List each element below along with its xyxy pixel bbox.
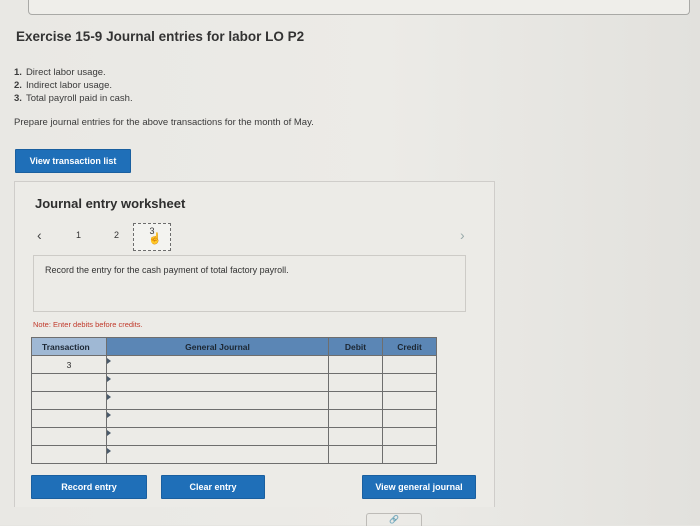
clear-entry-button[interactable]: Clear entry bbox=[161, 475, 265, 499]
view-general-journal-button[interactable]: View general journal bbox=[362, 475, 476, 499]
debit-input[interactable] bbox=[328, 355, 383, 374]
debit-input[interactable] bbox=[328, 409, 383, 428]
journal-table: Transaction General Journal Debit Credit… bbox=[31, 337, 437, 464]
list-item: 2. Indirect labor usage. bbox=[14, 80, 113, 91]
account-select[interactable] bbox=[106, 391, 329, 410]
debit-input[interactable] bbox=[328, 427, 383, 446]
credit-input[interactable] bbox=[382, 373, 437, 392]
hand-cursor-icon: ☝ bbox=[148, 233, 162, 245]
table-row: 3 bbox=[31, 355, 437, 374]
table-row bbox=[31, 427, 437, 446]
page: Exercise 15-9 Journal entries for labor … bbox=[0, 0, 700, 526]
table-row bbox=[31, 409, 437, 428]
credit-input[interactable] bbox=[382, 445, 437, 464]
instruction-box: Record the entry for the cash payment of… bbox=[33, 255, 466, 312]
credit-input[interactable] bbox=[382, 391, 437, 410]
list-item: 1. Direct labor usage. bbox=[14, 67, 106, 78]
account-select[interactable] bbox=[106, 427, 329, 446]
account-select[interactable] bbox=[106, 355, 329, 374]
list-item: 3. Total payroll paid in cash. bbox=[14, 93, 133, 104]
link-icon[interactable]: 🔗 bbox=[366, 513, 422, 526]
credit-input[interactable] bbox=[382, 355, 437, 374]
transaction-cell: 3 bbox=[31, 355, 107, 374]
instruction-text: Record the entry for the cash payment of… bbox=[45, 265, 289, 275]
record-entry-button[interactable]: Record entry bbox=[31, 475, 147, 499]
page-title: Exercise 15-9 Journal entries for labor … bbox=[16, 29, 305, 44]
chevron-right-icon[interactable]: › bbox=[460, 227, 465, 243]
debit-input[interactable] bbox=[328, 391, 383, 410]
credit-input[interactable] bbox=[382, 427, 437, 446]
credit-input[interactable] bbox=[382, 409, 437, 428]
general-journal-header: General Journal bbox=[106, 337, 329, 356]
transaction-cell bbox=[31, 409, 107, 428]
account-select[interactable] bbox=[106, 445, 329, 464]
transaction-list: 1. Direct labor usage. 2. Indirect labor u… bbox=[14, 66, 133, 105]
account-select[interactable] bbox=[106, 409, 329, 428]
table-row bbox=[31, 391, 437, 410]
page-3-tab[interactable]: 3 ☝ bbox=[133, 223, 171, 251]
debit-input[interactable] bbox=[328, 445, 383, 464]
transaction-header: Transaction bbox=[31, 337, 107, 356]
worksheet-pager: ‹ 1 2 3 ☝ › bbox=[33, 223, 473, 252]
journal-entry-worksheet: Journal entry worksheet ‹ 1 2 3 ☝ › Reco… bbox=[14, 181, 495, 507]
account-select[interactable] bbox=[106, 373, 329, 392]
instructions-text: Prepare journal entries for the above tr… bbox=[14, 117, 314, 128]
transaction-cell bbox=[31, 391, 107, 410]
debit-header: Debit bbox=[328, 337, 383, 356]
chevron-left-icon[interactable]: ‹ bbox=[37, 227, 42, 243]
debit-input[interactable] bbox=[328, 373, 383, 392]
transaction-cell bbox=[31, 445, 107, 464]
transaction-cell bbox=[31, 373, 107, 392]
table-row bbox=[31, 445, 437, 464]
view-transaction-list-button[interactable]: View transaction list bbox=[15, 149, 131, 173]
note-text: Note: Enter debits before credits. bbox=[33, 320, 143, 329]
top-panel-edge bbox=[28, 0, 690, 15]
page-2-tab[interactable]: 2 bbox=[114, 230, 119, 240]
page-1-tab[interactable]: 1 bbox=[76, 230, 81, 240]
worksheet-title: Journal entry worksheet bbox=[35, 196, 186, 211]
table-row bbox=[31, 373, 437, 392]
credit-header: Credit bbox=[382, 337, 437, 356]
transaction-cell bbox=[31, 427, 107, 446]
